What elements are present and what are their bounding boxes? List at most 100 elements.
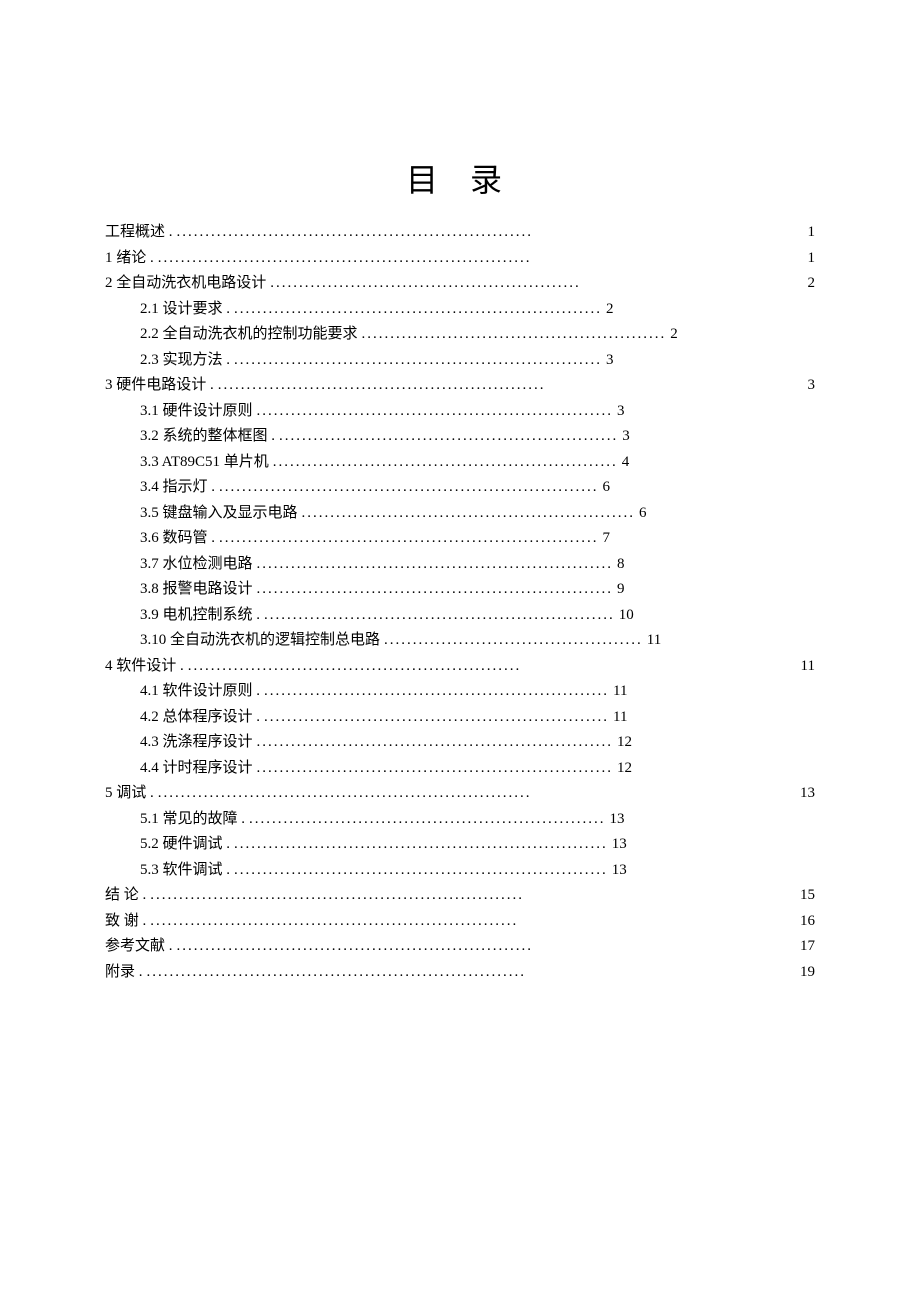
toc-entry-label: 工程概述 . <box>105 221 173 244</box>
toc-entry-label: 3 硬件电路设计 . <box>105 374 214 397</box>
toc-page-number: 11 <box>781 655 815 678</box>
toc-dots: ........................................… <box>264 604 615 627</box>
toc-dots: ........................................… <box>257 757 614 780</box>
toc-entry: 5 调试 ...................................… <box>105 782 815 805</box>
toc-entry-label: 3.1 硬件设计原则 <box>140 400 253 423</box>
toc-dots: ........................................… <box>158 247 532 270</box>
toc-page-number: 9 <box>617 578 625 601</box>
toc-dots: ........................................… <box>219 476 599 499</box>
toc-dots: ........................................… <box>257 400 614 423</box>
toc-entry: 3.2 系统的整体框图 ............................… <box>140 425 815 448</box>
toc-dots: ........................................… <box>219 527 599 550</box>
toc-dots: ........................................… <box>234 859 608 882</box>
toc-entry-label: 2.1 设计要求 . <box>140 298 230 321</box>
toc-dots: ........................................… <box>177 935 534 958</box>
toc-dots: ........................................… <box>249 808 606 831</box>
toc-page-number: 11 <box>613 706 627 729</box>
toc-dots: ........................................… <box>188 655 522 678</box>
toc-entry-label: 4.3 洗涤程序设计 <box>140 731 253 754</box>
toc-entry: 4 软件设计 .................................… <box>105 655 815 678</box>
toc-dots: ........................................… <box>177 221 534 244</box>
toc-page-number: 2 <box>788 272 816 295</box>
toc-entry-label: 附录 . <box>105 961 143 984</box>
toc-entry-label: 3.9 电机控制系统 . <box>140 604 260 627</box>
toc-entry-label: 2 全自动洗衣机电路设计 <box>105 272 266 295</box>
toc-dots: ........................................… <box>150 884 524 907</box>
toc-page-number: 3 <box>788 374 816 397</box>
toc-entry: 3.7 水位检测电路 .............................… <box>140 553 815 576</box>
toc-page-number: 3 <box>622 425 630 448</box>
toc-dots: ........................................… <box>147 961 527 984</box>
toc-dots: ........................................… <box>257 731 614 754</box>
toc-dots: ........................................… <box>257 553 614 576</box>
toc-page-number: 15 <box>780 884 815 907</box>
toc-entry: 3.8 报警电路设计 .............................… <box>140 578 815 601</box>
toc-entry: 3.1 硬件设计原则 .............................… <box>140 400 815 423</box>
toc-dots: ........................................… <box>257 578 614 601</box>
toc-dots: ........................................… <box>362 323 667 346</box>
document-title: 目 录 <box>105 155 815 201</box>
toc-entry: 3.5 键盘输入及显示电路 ..........................… <box>140 502 815 525</box>
toc-entry: 2 全自动洗衣机电路设计 ...........................… <box>105 272 815 295</box>
toc-entry: 致 谢 ....................................… <box>105 910 815 933</box>
toc-entry-label: 4.1 软件设计原则 . <box>140 680 260 703</box>
toc-entry: 附录 .....................................… <box>105 961 815 984</box>
toc-entry: 2.2 全自动洗衣机的控制功能要求 ......................… <box>140 323 815 346</box>
toc-page-number: 6 <box>603 476 611 499</box>
toc-dots: ........................................… <box>218 374 546 397</box>
toc-entry: 3.9 电机控制系统 .............................… <box>140 604 815 627</box>
toc-entry-label: 3.5 键盘输入及显示电路 <box>140 502 298 525</box>
toc-entry: 工程概述 ...................................… <box>105 221 815 244</box>
toc-dots: ........................................… <box>234 833 608 856</box>
toc-entry: 2.3 实现方法 ...............................… <box>140 349 815 372</box>
toc-dots: ........................................… <box>302 502 636 525</box>
toc-entry: 参考文献 ...................................… <box>105 935 815 958</box>
toc-entry-label: 3.8 报警电路设计 <box>140 578 253 601</box>
toc-page-number: 16 <box>780 910 815 933</box>
toc-entry-label: 2.3 实现方法 . <box>140 349 230 372</box>
toc-entry-label: 致 谢 . <box>105 910 146 933</box>
toc-dots: ........................................… <box>150 910 518 933</box>
toc-page-number: 2 <box>670 323 678 346</box>
toc-entry: 1 绪论 ...................................… <box>105 247 815 270</box>
toc-page-number: 3 <box>617 400 625 423</box>
toc-entry-label: 3.7 水位检测电路 <box>140 553 253 576</box>
toc-dots: ........................................… <box>234 298 602 321</box>
toc-entry-label: 5.2 硬件调试 . <box>140 833 230 856</box>
toc-entry-label: 5.1 常见的故障 . <box>140 808 245 831</box>
toc-entry-label: 4 软件设计 . <box>105 655 184 678</box>
toc-entry-label: 1 绪论 . <box>105 247 154 270</box>
toc-entry: 3.6 数码管 ................................… <box>140 527 815 550</box>
toc-entry: 4.1 软件设计原则 .............................… <box>140 680 815 703</box>
toc-entry-label: 2.2 全自动洗衣机的控制功能要求 <box>140 323 358 346</box>
toc-page-number: 6 <box>639 502 647 525</box>
toc-entry: 2.1 设计要求 ...............................… <box>140 298 815 321</box>
toc-page-number: 19 <box>780 961 815 984</box>
toc-page-number: 1 <box>788 247 816 270</box>
toc-page-number: 13 <box>780 782 815 805</box>
toc-dots: ........................................… <box>264 680 609 703</box>
toc-entry-label: 3.4 指示灯 . <box>140 476 215 499</box>
toc-dots: ........................................… <box>273 451 618 474</box>
toc-dots: ........................................… <box>264 706 609 729</box>
toc-dots: ........................................… <box>384 629 643 652</box>
toc-page-number: 4 <box>622 451 630 474</box>
toc-entry-label: 3.3 AT89C51 单片机 <box>140 451 269 474</box>
toc-entry-label: 3.10 全自动洗衣机的逻辑控制总电路 <box>140 629 380 652</box>
toc-page-number: 1 <box>788 221 816 244</box>
toc-dots: ........................................… <box>270 272 581 295</box>
toc-entry: 3.10 全自动洗衣机的逻辑控制总电路 ....................… <box>140 629 815 652</box>
toc-dots: ........................................… <box>234 349 602 372</box>
toc-entry-label: 5.3 软件调试 . <box>140 859 230 882</box>
toc-page-number: 2 <box>606 298 614 321</box>
toc-entry: 4.4 计时程序设计 .............................… <box>140 757 815 780</box>
toc-page-number: 11 <box>613 680 627 703</box>
toc-page-number: 7 <box>603 527 611 550</box>
toc-entry-label: 3.6 数码管 . <box>140 527 215 550</box>
toc-page-number: 10 <box>619 604 634 627</box>
toc-entry: 5.2 硬件调试 ...............................… <box>140 833 815 856</box>
toc-page-number: 3 <box>606 349 614 372</box>
toc-page-number: 13 <box>610 808 625 831</box>
toc-entry: 3.3 AT89C51 单片机 ........................… <box>140 451 815 474</box>
toc-entry-label: 结 论 . <box>105 884 146 907</box>
